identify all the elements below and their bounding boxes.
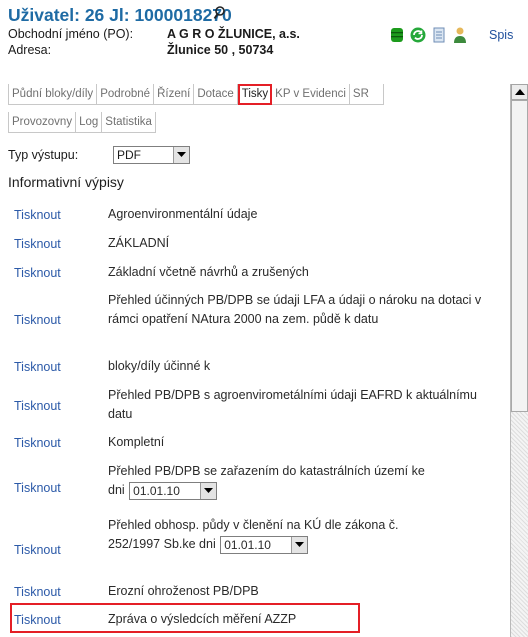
header-toolbar	[388, 26, 469, 44]
chevron-down-icon	[295, 541, 305, 547]
output-type-value: PDF	[117, 148, 141, 162]
date-value: 01.01.10	[224, 537, 271, 552]
tab-sr[interactable]: SR	[349, 84, 384, 105]
chevron-down-icon	[177, 152, 186, 157]
print-link[interactable]: Tisknout	[14, 480, 61, 496]
report-row: Tisknout Základní včetně návrhů a zrušen…	[10, 263, 505, 285]
dropdown-button[interactable]	[291, 536, 308, 553]
report-description: Kompletní	[108, 435, 165, 449]
report-row: Tisknout Kompletní	[10, 433, 505, 455]
report-description: Agroenvironmentální údaje	[108, 207, 258, 221]
address-value: Žlunice 50 , 50734	[167, 43, 274, 57]
print-link[interactable]: Tisknout	[14, 236, 61, 252]
arrow-up-icon	[515, 89, 525, 95]
dropdown-button[interactable]	[173, 147, 189, 163]
scroll-thumb[interactable]	[511, 100, 528, 412]
tab-log[interactable]: Log	[76, 112, 103, 133]
report-row: Tisknout Přehled PB/DPB s agroenvirometá…	[10, 386, 505, 426]
company-name-value: A G R O ŽLUNICE, a.s.	[167, 27, 300, 41]
report-description: Přehled PB/DPB se zařazením do katastrál…	[108, 462, 438, 500]
report-row: Tisknout Přehled obhosp. půdy v členění …	[10, 516, 505, 568]
tab-kp-v-evidenci[interactable]: KP v Evidenci	[272, 84, 350, 105]
date-select[interactable]: 01.01.10	[220, 535, 309, 554]
print-link[interactable]: Tisknout	[14, 584, 61, 600]
print-link[interactable]: Tisknout	[14, 398, 61, 414]
database-icon[interactable]	[388, 26, 406, 44]
chevron-down-icon	[204, 487, 214, 493]
dropdown-button[interactable]	[200, 482, 217, 499]
section-title: Informativní výpisy	[8, 174, 124, 190]
tab-pudni-bloky[interactable]: Půdní bloky/díly	[8, 84, 98, 105]
print-link[interactable]: Tisknout	[14, 207, 61, 223]
print-link[interactable]: Tisknout	[14, 265, 61, 281]
tab-dotace[interactable]: Dotace	[194, 84, 238, 105]
report-row: Tisknout bloky/díly účinné k	[10, 357, 505, 379]
vertical-scrollbar[interactable]	[510, 84, 528, 637]
refresh-icon[interactable]	[409, 26, 427, 44]
print-link[interactable]: Tisknout	[14, 435, 61, 451]
report-row: Tisknout Zpráva o výsledcích měření AZZP	[10, 610, 505, 632]
tab-tisky[interactable]: Tisky	[237, 84, 273, 105]
tab-statistika[interactable]: Statistika	[102, 112, 156, 133]
magnifier-icon[interactable]	[213, 5, 229, 21]
tab-provozovny[interactable]: Provozovny	[8, 112, 77, 133]
report-description: Erozní ohroženost PB/DPB	[108, 584, 259, 598]
tab-rizeni[interactable]: Řízení	[154, 84, 195, 105]
tab-bar-row-1: Půdní bloky/díly Podrobné Řízení Dotace …	[8, 84, 384, 105]
output-type-select[interactable]: PDF	[113, 146, 190, 164]
header: Uživatel: 26 Jl: 1000018270 Obchodní jmé…	[0, 0, 528, 82]
print-link[interactable]: Tisknout	[14, 312, 61, 328]
report-description: Přehled účinných PB/DPB se údaji LFA a ú…	[108, 293, 482, 326]
tab-bar-row-2: Provozovny Log Statistika	[8, 112, 156, 133]
print-link[interactable]: Tisknout	[14, 612, 61, 628]
report-row: Tisknout ZÁKLADNÍ	[10, 234, 505, 256]
document-icon[interactable]	[430, 26, 448, 44]
app-root: Uživatel: 26 Jl: 1000018270 Obchodní jmé…	[0, 0, 528, 637]
report-row: Tisknout Přehled PB/DPB se zařazením do …	[10, 462, 505, 508]
output-type-label: Typ výstupu:	[8, 148, 79, 162]
report-description: Základní včetně návrhů a zrušených	[108, 265, 309, 279]
date-value: 01.01.10	[133, 483, 180, 498]
report-row: Tisknout Erozní ohroženost PB/DPB	[10, 582, 505, 604]
company-name-label: Obchodní jméno (PO):	[8, 27, 134, 41]
scroll-up-button[interactable]	[511, 84, 528, 100]
report-row: Tisknout Přehled účinných PB/DPB se údaj…	[10, 291, 505, 349]
report-description: ZÁKLADNÍ	[108, 236, 170, 250]
report-description: Přehled obhosp. půdy v členění na KÚ dle…	[108, 516, 408, 554]
print-link[interactable]: Tisknout	[14, 542, 61, 558]
spis-link[interactable]: Spis	[489, 26, 513, 44]
print-link[interactable]: Tisknout	[14, 359, 61, 375]
user-icon[interactable]	[451, 26, 469, 44]
date-select[interactable]: 01.01.10	[129, 481, 218, 500]
address-label: Adresa:	[8, 43, 52, 57]
report-row: Tisknout Agroenvironmentální údaje	[10, 205, 505, 227]
page-title: Uživatel: 26 Jl: 1000018270	[8, 5, 232, 25]
report-description: Přehled PB/DPB s agroenvirometálními úda…	[108, 388, 477, 421]
report-description: bloky/díly účinné k	[108, 359, 211, 373]
report-description: Zpráva o výsledcích měření AZZP	[108, 612, 297, 626]
tab-podrobne[interactable]: Podrobné	[97, 84, 155, 105]
